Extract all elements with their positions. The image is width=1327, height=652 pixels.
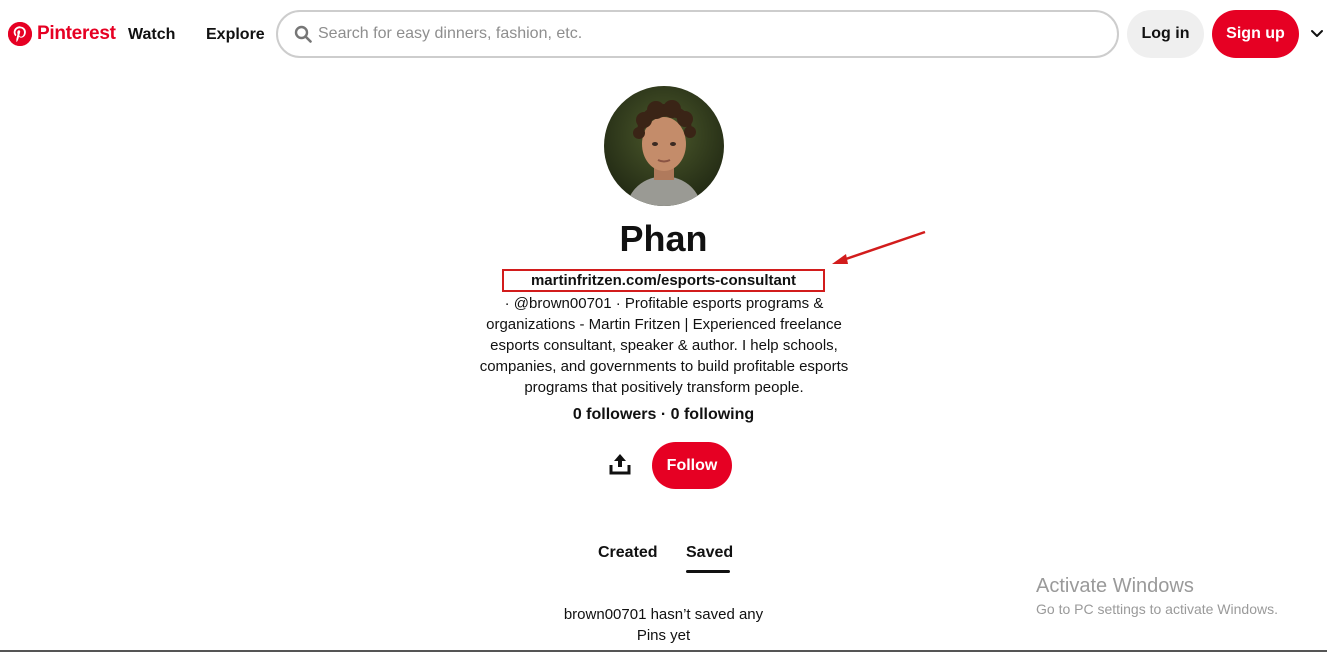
- pinterest-logo[interactable]: Pinterest: [8, 22, 116, 46]
- search-icon: [294, 25, 312, 43]
- search-input[interactable]: [318, 25, 1078, 43]
- windows-activation-watermark: Activate Windows Go to PC settings to ac…: [1036, 575, 1278, 617]
- search-bar[interactable]: [276, 10, 1119, 58]
- bio-line: organizations - Martin Fritzen | Experie…: [486, 316, 842, 333]
- tab-saved[interactable]: Saved: [686, 544, 733, 562]
- profile-bio: · @brown00701 · Profitable esports progr…: [452, 293, 876, 398]
- watermark-subtitle: Go to PC settings to activate Windows.: [1036, 601, 1278, 617]
- follower-stats[interactable]: 0 followers · 0 following: [0, 406, 1327, 424]
- chevron-down-icon[interactable]: [1309, 26, 1325, 42]
- pinterest-logo-icon: [8, 22, 32, 46]
- nav-explore-link[interactable]: Explore: [206, 26, 265, 44]
- brand-name: Pinterest: [37, 23, 116, 44]
- share-button[interactable]: [604, 450, 636, 482]
- annotation-arrow-icon: [830, 228, 930, 268]
- login-button[interactable]: Log in: [1127, 10, 1204, 58]
- bio-line: · @brown00701 · Profitable esports progr…: [504, 295, 824, 312]
- bio-line: esports consultant, speaker & author. I …: [490, 337, 838, 354]
- empty-state-line: Pins yet: [636, 627, 691, 644]
- follow-button[interactable]: Follow: [652, 442, 732, 489]
- top-navigation-bar: Pinterest Watch Explore Log in Sign up: [0, 0, 1327, 70]
- signup-button[interactable]: Sign up: [1212, 10, 1299, 58]
- bio-line: programs that positively transform peopl…: [524, 379, 804, 396]
- nav-watch-link[interactable]: Watch: [128, 26, 175, 44]
- share-icon: [609, 453, 631, 480]
- profile-website-link[interactable]: martinfritzen.com/esports-consultant: [502, 269, 825, 292]
- bio-line: companies, and governments to build prof…: [479, 358, 849, 375]
- watermark-title: Activate Windows: [1036, 575, 1194, 597]
- tab-created[interactable]: Created: [598, 544, 658, 562]
- profile-name: Phan: [619, 218, 708, 259]
- profile-tabs: Created Saved: [0, 544, 1327, 576]
- active-tab-indicator: [686, 570, 730, 573]
- profile-avatar: [604, 86, 724, 206]
